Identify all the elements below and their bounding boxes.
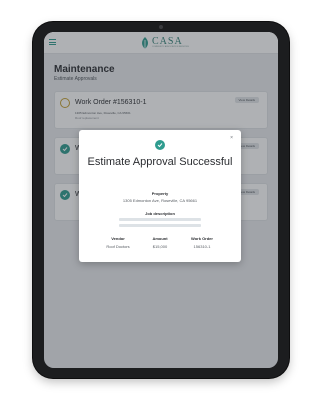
tablet-device: CASA COMMUNITY ASSOCIATION SERVICES Main… [33, 22, 289, 378]
property-label: Property [151, 191, 169, 196]
approval-success-dialog: × Estimate Approval Successful Property … [79, 130, 241, 262]
work-order-label: Work Order [191, 236, 213, 241]
work-order-value: 156310-1 [193, 244, 211, 249]
property-value: 1305 Edmonton Ave, Roseville, CA 95661 [122, 198, 198, 203]
job-description-line [119, 218, 201, 221]
job-description-label: Job description [145, 211, 175, 216]
camera-dot [159, 25, 163, 29]
amount-label: Amount [152, 236, 168, 241]
success-check-icon [155, 140, 165, 150]
vendor-label: Vendor [111, 236, 125, 241]
work-order-field: Work Order 156310-1 [182, 236, 222, 249]
vendor-value: Roof Doctors [106, 244, 130, 249]
amount-value: $15,000 [152, 244, 168, 249]
job-description-line [119, 224, 201, 227]
vendor-field: Vendor Roof Doctors [98, 236, 138, 249]
app-screen: CASA COMMUNITY ASSOCIATION SERVICES Main… [44, 32, 278, 368]
amount-field: Amount $15,000 [140, 236, 180, 249]
close-icon[interactable]: × [230, 135, 233, 141]
dialog-title: Estimate Approval Successful [87, 156, 233, 168]
